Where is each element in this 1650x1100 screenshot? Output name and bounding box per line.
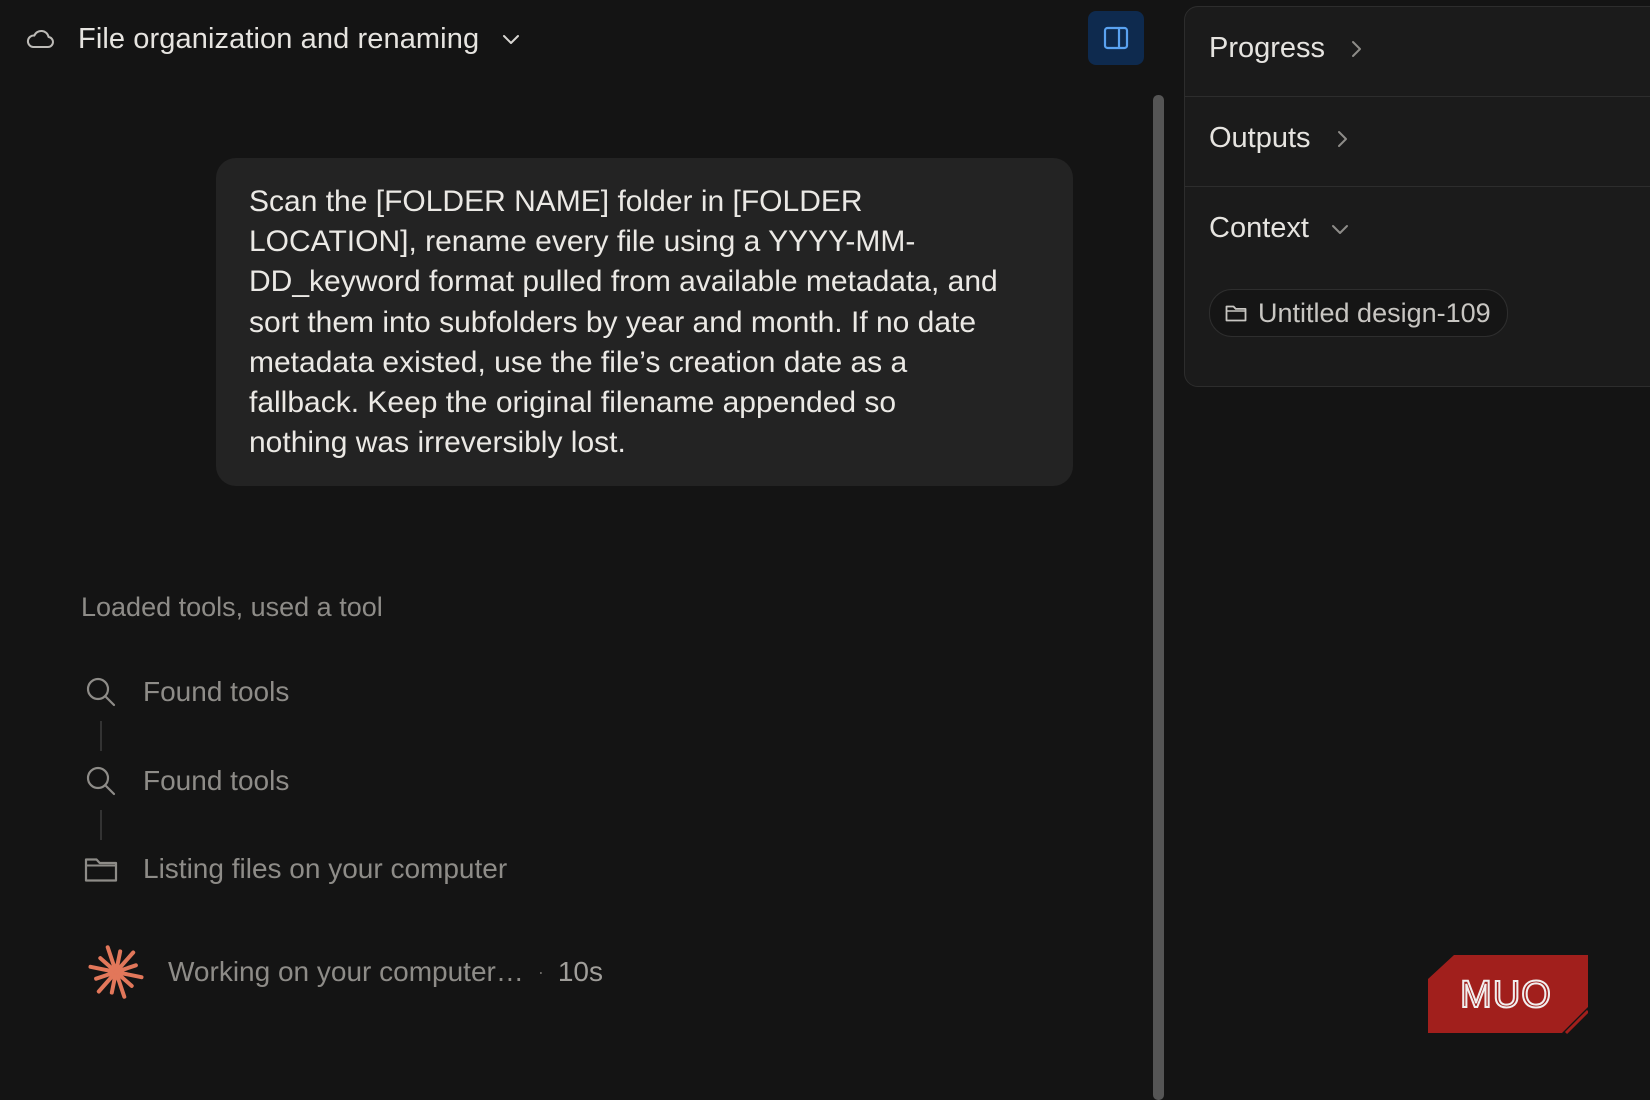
sidebar-panel-icon bbox=[1102, 24, 1130, 52]
user-message-line: fallback. Keep the original filename app… bbox=[249, 386, 897, 420]
panel-divider bbox=[1185, 186, 1650, 187]
user-message-line: sort them into subfolders by year and mo… bbox=[249, 305, 977, 339]
search-icon bbox=[83, 674, 119, 710]
step-label: Found tools bbox=[143, 765, 290, 796]
panel-divider bbox=[1185, 96, 1650, 97]
progress-section-header[interactable]: Progress bbox=[1209, 32, 1367, 65]
svg-text:MUO: MUO bbox=[1460, 974, 1552, 1016]
side-panel: Progress Outputs Context Untitled design… bbox=[1184, 6, 1650, 387]
step-label: Listing files on your computer bbox=[143, 853, 508, 884]
context-folder-chip[interactable]: Untitled design-109 bbox=[1209, 289, 1508, 337]
chat-scrollbar[interactable] bbox=[1153, 95, 1164, 1100]
step-found-tools[interactable]: Found tools bbox=[83, 674, 289, 710]
context-section-header[interactable]: Context bbox=[1209, 212, 1351, 245]
folder-icon bbox=[83, 851, 119, 887]
working-label: Working on your computer… bbox=[168, 956, 524, 987]
chevron-down-icon[interactable] bbox=[499, 27, 523, 51]
muo-logo: MUO bbox=[1428, 955, 1588, 1035]
step-connector bbox=[100, 721, 102, 751]
separator-dot: · bbox=[537, 961, 544, 982]
elapsed-time: 10s bbox=[557, 956, 604, 987]
user-message-line: Scan the [FOLDER NAME] folder in [FOLDER bbox=[249, 185, 863, 218]
step-connector bbox=[100, 810, 102, 840]
cloud-icon bbox=[24, 23, 56, 55]
task-title[interactable]: File organization and renaming bbox=[78, 23, 479, 56]
user-message-line: nothing was irreversibly lost. bbox=[249, 426, 626, 460]
working-status: Working on your computer… · 10s bbox=[88, 940, 603, 1004]
step-listing-files[interactable]: Listing files on your computer bbox=[83, 851, 507, 887]
user-message-line: LOCATION], rename every file using a YYY… bbox=[249, 225, 916, 259]
user-message: Scan the [FOLDER NAME] folder in [FOLDER… bbox=[216, 158, 1073, 486]
step-found-tools[interactable]: Found tools bbox=[83, 763, 289, 799]
toggle-side-panel-button[interactable] bbox=[1088, 11, 1144, 65]
chevron-down-icon bbox=[1329, 218, 1351, 240]
chevron-right-icon bbox=[1331, 128, 1353, 150]
activity-summary[interactable]: Loaded tools, used a tool bbox=[81, 592, 383, 623]
chevron-right-icon bbox=[1345, 38, 1367, 60]
outputs-section-header[interactable]: Outputs bbox=[1209, 122, 1353, 155]
folder-icon bbox=[1224, 301, 1248, 325]
context-chip-label: Untitled design-109 bbox=[1258, 297, 1491, 328]
outputs-label: Outputs bbox=[1209, 122, 1311, 154]
step-label: Found tools bbox=[143, 676, 290, 707]
spark-icon bbox=[88, 940, 144, 1004]
user-message-line: metadata existed, use the file’s creatio… bbox=[249, 345, 908, 379]
context-label: Context bbox=[1209, 212, 1309, 244]
chat-header: File organization and renaming bbox=[24, 14, 523, 64]
search-icon bbox=[83, 763, 119, 799]
user-message-line: DD_keyword format pulled from available … bbox=[249, 265, 998, 299]
progress-label: Progress bbox=[1209, 32, 1326, 64]
